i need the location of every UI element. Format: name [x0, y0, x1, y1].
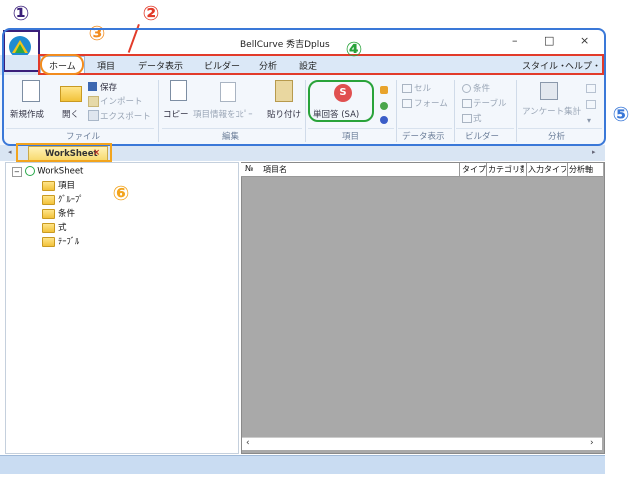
- scroll-left-icon[interactable]: ‹: [246, 438, 250, 448]
- tree-item-label: ｸﾞﾙｰﾌﾟ: [58, 195, 84, 205]
- horizontal-scrollbar[interactable]: ‹ ›: [242, 437, 602, 450]
- column-divider[interactable]: [526, 163, 527, 176]
- worksheet-icon: [24, 166, 35, 176]
- tree-item-tables[interactable]: ﾃｰﾌﾞﾙ: [42, 235, 79, 247]
- column-header-no[interactable]: №: [245, 164, 253, 173]
- column-header-category-count[interactable]: カテゴリ数: [488, 164, 524, 175]
- tree-root-label: WorkSheet: [37, 166, 84, 177]
- tree-item-label: ﾃｰﾌﾞﾙ: [58, 237, 80, 247]
- status-bar: [0, 455, 605, 474]
- tab-scroll-left-icon[interactable]: ◂: [8, 148, 12, 156]
- annotation-marker-5: ⑤: [612, 102, 630, 126]
- annotation-box-5: [2, 28, 606, 146]
- folder-icon: [42, 236, 55, 247]
- worksheet-tree-panel: [5, 162, 239, 454]
- column-divider[interactable]: [567, 163, 568, 176]
- folder-icon: [42, 208, 55, 219]
- annotation-marker-6: ⑥: [112, 181, 130, 205]
- collapse-icon[interactable]: −: [12, 166, 22, 177]
- column-divider[interactable]: [459, 163, 460, 176]
- tree-item-label: 項目: [58, 181, 76, 191]
- folder-icon: [42, 222, 55, 233]
- item-grid[interactable]: [241, 162, 605, 454]
- annotation-marker-1: ①: [12, 1, 30, 25]
- column-header-input-type[interactable]: 入力タイプ: [528, 164, 566, 175]
- folder-icon: [42, 180, 55, 191]
- tree-root[interactable]: − WorkSheet: [12, 166, 83, 177]
- column-header-item-name[interactable]: 項目名: [263, 164, 287, 175]
- tree-item-label: 式: [58, 223, 67, 233]
- scroll-right-icon[interactable]: ›: [590, 438, 594, 448]
- annotation-marker-2: ②: [142, 1, 160, 25]
- column-divider[interactable]: [486, 163, 487, 176]
- tree-item-formulas[interactable]: 式: [42, 221, 67, 233]
- tree-item-groups[interactable]: ｸﾞﾙｰﾌﾟ: [42, 193, 84, 205]
- column-header-type[interactable]: タイプ: [462, 164, 486, 175]
- folder-icon: [42, 194, 55, 205]
- annotation-box-6: [16, 143, 112, 162]
- tree-item-conditions[interactable]: 条件: [42, 207, 75, 219]
- tree-item-items[interactable]: 項目: [42, 179, 75, 191]
- column-header-axis[interactable]: 分析軸: [569, 164, 601, 175]
- tree-item-label: 条件: [58, 209, 76, 219]
- tab-scroll-right-icon[interactable]: ▸: [592, 148, 596, 156]
